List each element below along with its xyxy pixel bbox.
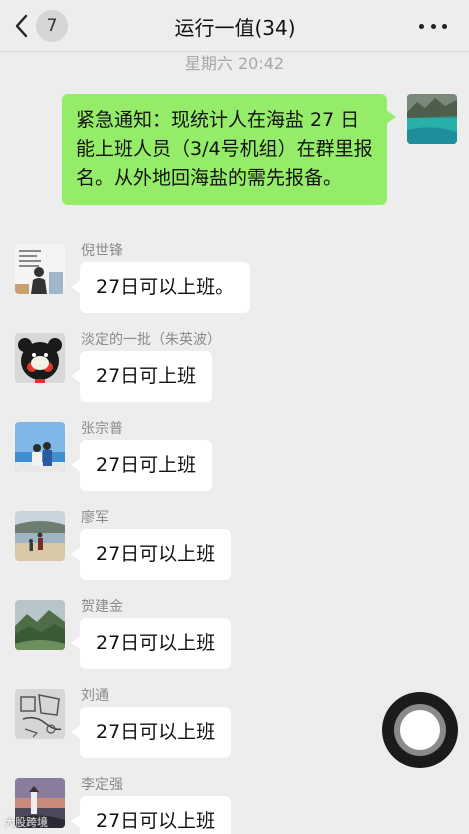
sender-name: 倪世锋 <box>81 243 123 259</box>
dot-icon <box>430 23 436 29</box>
chat-title: 运行一值(34) <box>174 16 296 40</box>
message-item: 倪世锋 27日可以上班。 <box>0 243 469 334</box>
message-item: 廖军 27日可以上班 <box>0 510 469 601</box>
back-button[interactable]: 7 <box>14 9 78 43</box>
sent-message-bubble[interactable]: 紧急通知：现统计人在海盐 27 日能上班人员（3/4号机组）在群里报名。从外地回… <box>62 94 396 205</box>
sender-name: 淡定的一批（朱英波） <box>81 332 221 348</box>
chevron-left-icon <box>15 14 28 38</box>
sender-avatar[interactable] <box>15 422 65 472</box>
sender-name: 刘通 <box>81 688 109 704</box>
more-options-button[interactable] <box>419 16 447 36</box>
avatar-image-bear <box>15 333 65 383</box>
sender-name: 廖军 <box>81 510 109 526</box>
message-timestamp: 星期六 20:42 <box>184 54 285 73</box>
message-bubble[interactable]: 27日可以上班 <box>70 529 232 580</box>
avatar-image-beach-couple <box>15 422 65 472</box>
message-item: 李定强 27日可以上班 <box>0 777 469 834</box>
sender-avatar[interactable] <box>15 600 65 650</box>
watermark: 大股跨境 <box>4 816 48 829</box>
dot-icon <box>442 23 447 29</box>
sender-avatar[interactable] <box>15 511 65 561</box>
message-bubble[interactable]: 27日可以上班 <box>70 618 232 669</box>
message-bubble[interactable]: 27日可以上班 <box>70 796 232 834</box>
sender-name: 贺建金 <box>81 599 123 615</box>
avatar-image-sketch <box>15 689 65 739</box>
my-avatar[interactable] <box>407 94 457 144</box>
chat-header: 7 运行一值(34) <box>0 0 469 52</box>
avatar-image-sea <box>407 94 457 144</box>
unread-count-badge: 7 <box>36 10 68 42</box>
assistive-ring-icon <box>394 704 446 756</box>
avatar-image-beach-family <box>15 511 65 561</box>
floating-assistive-button[interactable] <box>382 692 458 768</box>
message-bubble[interactable]: 27日可以上班 <box>70 707 232 758</box>
message-item: 张宗普 27日可上班 <box>0 421 469 512</box>
avatar-image-mountains <box>15 600 65 650</box>
message-bubble[interactable]: 27日可上班 <box>70 440 213 491</box>
avatar-image-person-text <box>15 244 65 294</box>
message-item: 贺建金 27日可以上班 <box>0 599 469 690</box>
sender-avatar[interactable] <box>15 333 65 383</box>
sender-avatar[interactable] <box>15 689 65 739</box>
assistive-center-icon <box>400 710 440 750</box>
sender-name: 李定强 <box>81 777 123 793</box>
message-item: 淡定的一批（朱英波） 27日可上班 <box>0 332 469 423</box>
sender-avatar[interactable] <box>15 244 65 294</box>
sender-name: 张宗普 <box>81 421 123 437</box>
dot-icon <box>419 23 424 29</box>
message-bubble[interactable]: 27日可上班 <box>70 351 213 402</box>
message-bubble[interactable]: 27日可以上班。 <box>70 262 251 313</box>
